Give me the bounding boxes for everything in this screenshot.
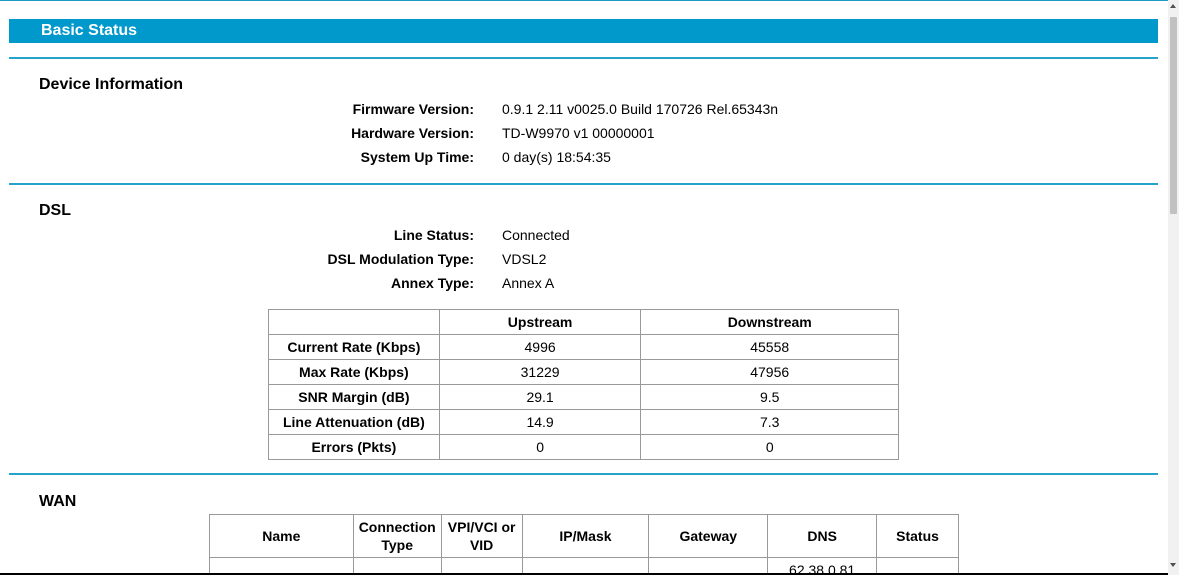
- upstream-value: 31229: [438, 359, 642, 385]
- device-info-heading: Device Information: [39, 76, 184, 93]
- dsl-stats-table: Upstream Downstream Current Rate (Kbps) …: [268, 309, 899, 460]
- row-label: Max Rate (Kbps): [268, 359, 440, 385]
- scroll-up-arrow-icon[interactable]: [1170, 4, 1176, 8]
- downstream-value: 47956: [640, 359, 899, 385]
- firmware-version-value: 0.9.1 2.11 v0025.0 Build 170726 Rel.6534…: [502, 101, 779, 117]
- system-uptime-value: 0 day(s) 18:54:35: [502, 149, 611, 165]
- wan-gateway-header: Gateway: [648, 514, 769, 558]
- table-header-row: Name Connection Type VPI/VCI or VID IP/M…: [209, 514, 959, 558]
- downstream-header: Downstream: [640, 309, 899, 335]
- scrollbar-thumb[interactable]: [1170, 17, 1177, 214]
- line-status-value: Connected: [502, 227, 570, 243]
- dsl-modulation-value: VDSL2: [502, 251, 547, 267]
- upstream-value: 29.1: [438, 384, 642, 410]
- table-header-empty: [268, 309, 440, 335]
- upstream-value: 14.9: [438, 409, 642, 435]
- wan-status-header: Status: [876, 514, 959, 558]
- wan-heading: WAN: [39, 493, 77, 510]
- table-row: SNR Margin (dB) 29.1 9.5: [268, 384, 899, 410]
- downstream-value: 9.5: [640, 384, 899, 410]
- table-header-row: Upstream Downstream: [268, 309, 899, 335]
- upstream-value: 0: [438, 434, 642, 460]
- dsl-heading: DSL: [39, 202, 71, 219]
- upstream-value: 4996: [438, 334, 642, 360]
- line-status-label: Line Status:: [393, 227, 474, 243]
- system-uptime-label: System Up Time:: [360, 149, 474, 165]
- firmware-version-label: Firmware Version:: [352, 101, 474, 117]
- row-label: SNR Margin (dB): [268, 384, 440, 410]
- wan-dns-header: DNS: [767, 514, 878, 558]
- scroll-down-arrow-icon[interactable]: [1170, 563, 1176, 567]
- vertical-scrollbar[interactable]: [1168, 0, 1179, 575]
- top-border: [0, 0, 1168, 1]
- downstream-value: 7.3: [640, 409, 899, 435]
- table-row: Errors (Pkts) 0 0: [268, 434, 899, 460]
- wan-vpi-vci-header: VPI/VCI or VID: [440, 514, 523, 558]
- section-divider: [9, 183, 1158, 185]
- wan-table: Name Connection Type VPI/VCI or VID IP/M…: [209, 514, 959, 575]
- page-title: Basic Status: [41, 22, 138, 39]
- dsl-modulation-label: DSL Modulation Type:: [327, 251, 474, 267]
- row-label: Errors (Pkts): [268, 434, 440, 460]
- table-row: Line Attenuation (dB) 14.9 7.3: [268, 409, 899, 435]
- annex-type-label: Annex Type:: [391, 275, 474, 291]
- annex-type-value: Annex A: [502, 275, 555, 291]
- downstream-value: 0: [640, 434, 899, 460]
- table-row: Max Rate (Kbps) 31229 47956: [268, 359, 899, 385]
- section-divider: [9, 473, 1158, 475]
- downstream-value: 45558: [640, 334, 899, 360]
- basic-status-page: Basic Status Device Information Firmware…: [0, 0, 1168, 575]
- row-label: Line Attenuation (dB): [268, 409, 440, 435]
- wan-ip-mask-header: IP/Mask: [521, 514, 650, 558]
- table-row: Current Rate (Kbps) 4996 45558: [268, 334, 899, 360]
- hardware-version-label: Hardware Version:: [351, 125, 474, 141]
- page-title-bar: Basic Status: [9, 19, 1158, 43]
- wan-name-header: Name: [209, 514, 354, 558]
- wan-connection-type-header: Connection Type: [352, 514, 442, 558]
- hardware-version-value: TD-W9970 v1 00000001: [502, 125, 655, 141]
- section-divider: [9, 57, 1158, 59]
- upstream-header: Upstream: [438, 309, 642, 335]
- row-label: Current Rate (Kbps): [268, 334, 440, 360]
